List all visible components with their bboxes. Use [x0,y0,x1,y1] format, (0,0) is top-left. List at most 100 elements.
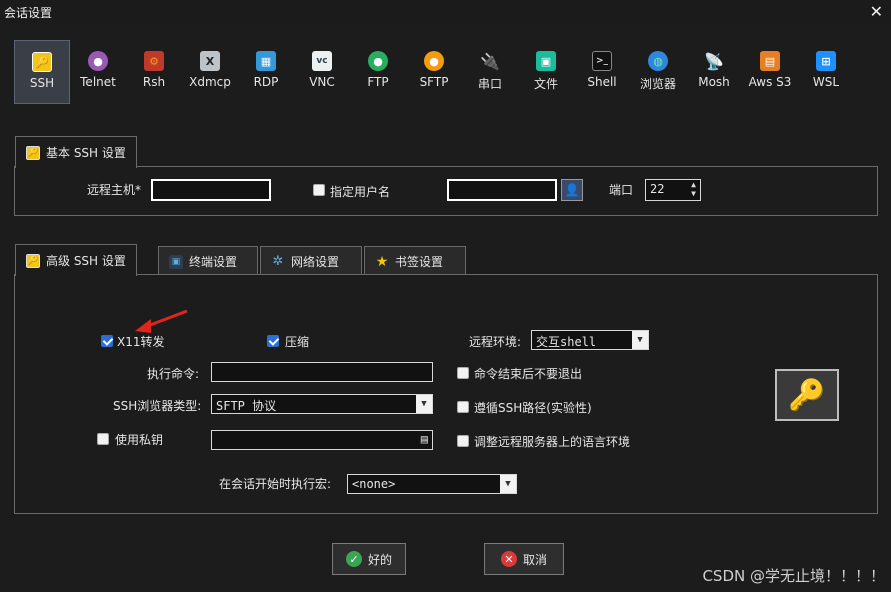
remote-host-input[interactable] [151,179,271,201]
telnet-icon: ● [88,51,108,71]
port-spinbox[interactable]: 22 ▲ ▼ [645,179,701,201]
rdp-icon: ▦ [256,51,276,71]
protocol-serial[interactable]: 🔌 串口 [462,40,518,104]
private-key-checkbox[interactable] [97,433,109,445]
spin-arrows-icon[interactable]: ▲ ▼ [691,180,696,198]
file-browse-icon[interactable]: ▤ [421,432,428,446]
aws-s3-icon: ▤ [760,51,780,71]
close-icon[interactable]: ✕ [870,2,883,21]
tab-bookmark-settings[interactable]: ★ 书签设置 [364,246,466,276]
protocol-label: Rsh [142,75,166,89]
protocol-wsl[interactable]: ⊞ WSL [798,40,854,104]
adjust-locale-label: 调整远程服务器上的语言环境 [474,435,631,449]
remote-env-label: 远程环境: [469,335,522,349]
shell-icon: >_ [592,51,612,71]
protocol-sftp[interactable]: ● SFTP [406,40,462,104]
protocol-file[interactable]: ▣ 文件 [518,40,574,104]
window-title: 会话设置 [4,6,53,20]
protocol-shell[interactable]: >_ Shell [574,40,630,104]
username-input[interactable] [447,179,557,201]
ok-button-label: 好的 [367,552,392,567]
follow-ssh-path-label: 遵循SSH路径(实验性) [474,401,592,415]
ok-button[interactable]: ✓ 好的 [332,543,406,575]
vnc-icon: vc [312,51,332,71]
tab-label: 终端设置 [189,255,238,269]
macro-label: 在会话开始时执行宏: [219,477,332,491]
adjust-locale-checkbox[interactable] [457,435,469,447]
wsl-icon: ⊞ [816,51,836,71]
tab-terminal-settings[interactable]: ▣ 终端设置 [158,246,258,276]
protocol-label: 浏览器 [639,77,676,91]
specify-username-checkbox[interactable] [313,184,325,196]
port-label: 端口 [609,183,634,197]
advanced-ssh-group: X11转发 压缩 远程环境: 交互shell ▼ 执行命令: 命令结束后不要退出… [14,274,878,514]
cancel-icon: ✕ [500,551,517,567]
follow-ssh-path-checkbox[interactable] [457,401,469,413]
chevron-down-icon: ▼ [632,331,648,349]
tab-label: 网络设置 [291,255,340,269]
mosh-icon: 📡 [704,51,724,71]
ssh-key-icon: 🔑 [32,52,52,72]
serial-icon: 🔌 [480,51,500,71]
remote-env-value: 交互shell [536,335,597,349]
tab-basic-ssh[interactable]: 🔑 基本 SSH 设置 [15,136,137,168]
cancel-button[interactable]: ✕ 取消 [484,543,564,575]
private-key-input[interactable]: ▤ [211,430,433,450]
port-value: 22 [650,182,665,196]
protocol-toolbar: 🔑 SSH ● Telnet ⚙ Rsh X Xdmcp ▦ RDP vc VN… [14,40,874,104]
browser-type-label: SSH浏览器类型: [113,399,202,413]
xdmcp-icon: X [200,51,220,71]
sftp-icon: ● [424,51,444,71]
protocol-label: Shell [587,75,617,89]
protocol-xdmcp[interactable]: X Xdmcp [182,40,238,104]
protocol-mosh[interactable]: 📡 Mosh [686,40,742,104]
protocol-label: FTP [367,75,389,89]
tab-network-settings[interactable]: ✲ 网络设置 [260,246,362,276]
tab-label: 基本 SSH 设置 [46,146,126,160]
key-icon: 🔑 [26,253,40,268]
protocol-label: 串口 [477,77,502,91]
protocol-label: Telnet [80,75,116,89]
watermark-text: CSDN @学无止境！！！！ [702,567,885,585]
tab-advanced-ssh[interactable]: 🔑 高级 SSH 设置 [15,244,137,276]
private-key-label: 使用私钥 [115,433,164,447]
tab-label: 高级 SSH 设置 [46,254,126,268]
key-icon: 🔑 [26,145,40,160]
no-exit-checkbox[interactable] [457,367,469,379]
specify-username-label: 指定用户名 [330,185,391,199]
star-icon: ★ [375,253,389,270]
protocol-label: Mosh [698,75,730,89]
protocol-label: 文件 [533,77,558,91]
ssh-key-large-icon: 🔑 [775,369,839,421]
protocol-rsh[interactable]: ⚙ Rsh [126,40,182,104]
protocol-ftp[interactable]: ● FTP [350,40,406,104]
browser-type-select[interactable]: SFTP 协议 ▼ [211,394,433,414]
protocol-ssh[interactable]: 🔑 SSH [14,40,70,104]
compression-label: 压缩 [285,335,310,349]
no-exit-label: 命令结束后不要退出 [474,367,583,381]
file-icon: ▣ [536,51,556,71]
protocol-label: Aws S3 [748,75,792,89]
protocol-label: SSH [29,76,55,90]
exec-command-input[interactable] [211,362,433,382]
user-manager-icon[interactable]: 👤 [561,179,583,201]
rsh-icon: ⚙ [144,51,164,71]
chevron-down-icon: ▼ [416,395,432,413]
protocol-telnet[interactable]: ● Telnet [70,40,126,104]
protocol-label: WSL [812,75,840,89]
x11-forwarding-checkbox[interactable] [101,335,113,347]
cancel-button-label: 取消 [522,552,547,567]
protocol-aws-s3[interactable]: ▤ Aws S3 [742,40,798,104]
browser-icon: ◍ [648,51,668,71]
compression-checkbox[interactable] [267,335,279,347]
macro-select[interactable]: <none> ▼ [347,474,517,494]
protocol-vnc[interactable]: vc VNC [294,40,350,104]
protocol-rdp[interactable]: ▦ RDP [238,40,294,104]
check-icon: ✓ [345,551,362,567]
network-icon: ✲ [272,254,284,269]
protocol-browser[interactable]: ◍ 浏览器 [630,40,686,104]
protocol-label: VNC [309,75,335,89]
tab-label: 书签设置 [395,255,444,269]
protocol-label: Xdmcp [189,75,231,89]
remote-env-select[interactable]: 交互shell ▼ [531,330,649,350]
